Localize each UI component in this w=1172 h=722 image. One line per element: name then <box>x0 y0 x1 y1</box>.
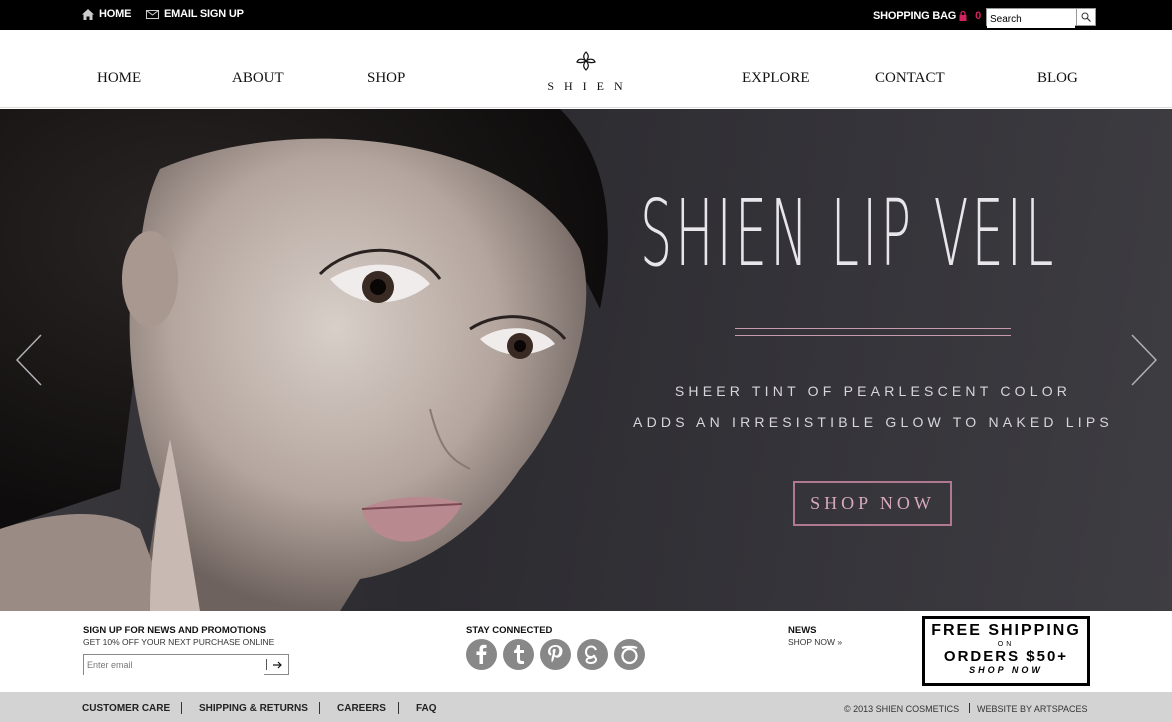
shopping-bag-link[interactable]: SHOPPING BAG 0 <box>873 10 981 22</box>
top-home-label: HOME <box>99 8 132 20</box>
main-nav: HOME ABOUT SHOP SHIEN EXPLORE CONTACT BL… <box>0 30 1172 108</box>
hero-model-photo <box>0 109 608 611</box>
carousel-next-arrow-icon[interactable] <box>1130 334 1158 386</box>
hero-banner[interactable]: SHIEN LIP VEIL SHEER TINT OF PEARLESCENT… <box>0 109 1172 611</box>
shop-now-button[interactable]: SHOP NOW <box>793 481 952 526</box>
promo-line3: ORDERS $50+ <box>943 648 1069 665</box>
customer-care-link[interactable]: CUSTOMER CARE <box>82 703 170 714</box>
news-heading: NEWS <box>788 625 817 636</box>
search-icon <box>1081 12 1091 22</box>
email-input[interactable] <box>84 655 264 675</box>
arrow-right-icon <box>273 661 282 668</box>
shopping-bag-label: SHOPPING BAG <box>873 10 957 22</box>
shipping-returns-link[interactable]: SHIPPING & RETURNS <box>199 703 308 714</box>
bottom-divider <box>969 703 970 713</box>
promo-line4: SHOP NOW <box>969 665 1043 675</box>
artspaces-credit-link[interactable]: WEBSITE BY ARTSPACES <box>977 704 1088 714</box>
email-signup-label: EMAIL SIGN UP <box>164 8 244 20</box>
nav-home[interactable]: HOME <box>97 70 141 87</box>
hero-subtitle-line2: ADDS AN IRRESISTIBLE GLOW TO NAKED LIPS <box>633 414 1113 430</box>
free-shipping-promo[interactable]: FREE SHIPPING ON ORDERS $50+ SHOP NOW <box>922 616 1090 686</box>
logo-wordmark: SHIEN <box>547 79 633 93</box>
bottom-divider <box>398 702 399 714</box>
promo-line1: FREE SHIPPING <box>931 622 1081 639</box>
stay-connected-heading: STAY CONNECTED <box>466 625 553 636</box>
promo-line2: ON <box>997 641 1015 648</box>
bottom-divider <box>181 702 182 714</box>
tumblr-icon[interactable] <box>503 639 534 670</box>
home-icon <box>82 8 94 20</box>
careers-link[interactable]: CAREERS <box>337 703 386 714</box>
google-plus-icon[interactable] <box>577 639 608 670</box>
nav-about[interactable]: ABOUT <box>232 70 284 87</box>
carousel-prev-arrow-icon[interactable] <box>15 334 43 386</box>
nav-contact[interactable]: CONTACT <box>875 70 945 87</box>
search-button[interactable] <box>1076 9 1095 25</box>
shien-logo[interactable]: SHIEN <box>530 50 642 93</box>
faq-link[interactable]: FAQ <box>416 703 437 714</box>
pinterest-icon[interactable] <box>540 639 571 670</box>
envelope-icon <box>146 9 159 19</box>
bottom-divider <box>319 702 320 714</box>
facebook-icon[interactable] <box>466 639 497 670</box>
logo-emblem-icon <box>576 51 596 71</box>
hero-divider-bottom <box>735 335 1011 336</box>
top-bar: HOME EMAIL SIGN UP SHOPPING BAG 0 <box>0 0 1172 30</box>
search-box <box>986 8 1096 28</box>
news-shop-now-link[interactable]: SHOP NOW » <box>788 637 842 647</box>
nav-blog[interactable]: BLOG <box>1037 70 1078 87</box>
bag-count-group: 0 <box>959 10 981 22</box>
hero-divider-top <box>735 328 1011 329</box>
signup-subtext: GET 10% OFF YOUR NEXT PURCHASE ONLINE <box>83 637 275 647</box>
email-signup-field <box>83 654 289 675</box>
nav-shop[interactable]: SHOP <box>367 70 405 87</box>
bottom-bar: CUSTOMER CARE SHIPPING & RETURNS CAREERS… <box>0 692 1172 722</box>
ring-icon[interactable] <box>614 639 645 670</box>
signup-heading: SIGN UP FOR NEWS AND PROMOTIONS <box>83 625 267 636</box>
hero-subtitle-line1: SHEER TINT OF PEARLESCENT COLOR <box>674 383 1072 399</box>
nav-explore[interactable]: EXPLORE <box>742 70 810 87</box>
lock-icon <box>959 11 967 21</box>
search-input[interactable] <box>987 11 1075 28</box>
email-submit-button[interactable] <box>267 655 288 674</box>
copyright-text: © 2013 SHIEN COSMETICS <box>844 704 960 714</box>
top-home-link[interactable]: HOME <box>82 8 131 20</box>
hero-title: SHIEN LIP VEIL <box>640 180 1057 287</box>
email-signup-link[interactable]: EMAIL SIGN UP <box>146 8 244 20</box>
footer-area: SIGN UP FOR NEWS AND PROMOTIONS GET 10% … <box>0 611 1172 691</box>
bag-count: 0 <box>975 10 982 22</box>
